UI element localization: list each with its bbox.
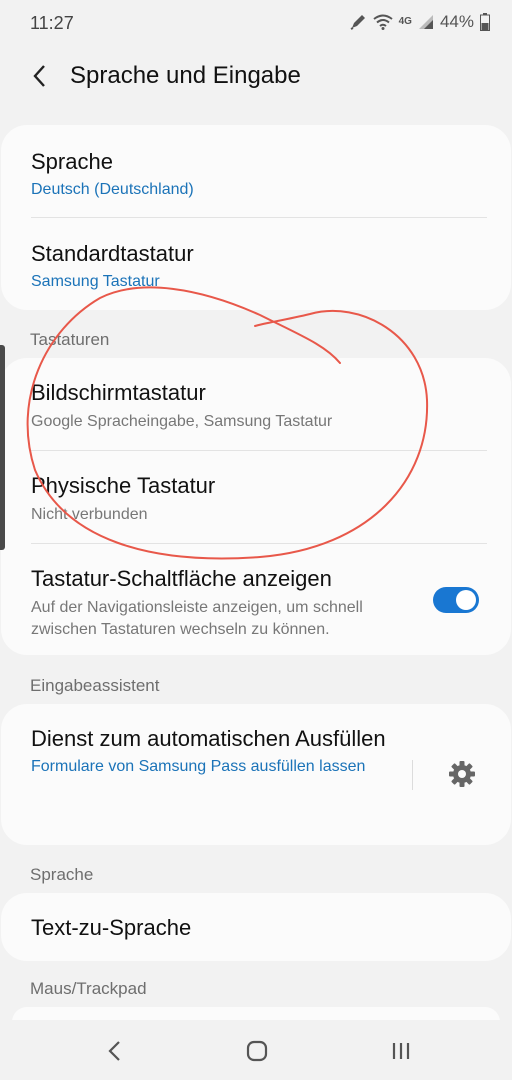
item-subtitle: Formulare von Samsung Pass ausfüllen las… [31,758,366,775]
nav-back-icon[interactable] [98,1036,132,1066]
card-language-keyboard: Sprache Deutsch (Deutschland) Standardta… [1,125,511,310]
section-header-mouse: Maus/Trackpad [30,979,147,998]
section-header-keyboards: Tastaturen [30,330,110,349]
section-header-input-assistant: Eingabeassistent [30,676,160,695]
wifi-icon [373,14,393,30]
card-tts: Text-zu-Sprache [1,893,511,961]
section-header-speech: Sprache [30,865,94,884]
status-bar: 11:27 4G 44% [0,0,512,46]
item-subtitle: Deutsch (Deutschland) [31,181,194,198]
item-subtitle: Nicht verbunden [31,506,148,523]
pen-icon [349,13,367,31]
list-item-autofill-service[interactable]: Dienst zum automatischen Ausfüllen Formu… [31,724,391,777]
card-autofill: Dienst zum automatischen Ausfüllen Formu… [1,704,511,845]
list-item-physische-tastatur[interactable]: Physische Tastatur Nicht verbunden [31,471,487,526]
gear-icon[interactable] [447,759,477,789]
divider [31,543,487,544]
back-arrow-icon[interactable] [28,62,52,90]
vertical-divider [412,760,413,790]
network-type: 4G [398,16,412,27]
list-item-bildschirmtastatur[interactable]: Bildschirmtastatur Google Spracheingabe,… [31,378,487,433]
nav-recents-icon[interactable] [384,1036,418,1066]
toggle-knob [456,590,476,610]
item-title: Bildschirmtastatur [31,380,206,405]
page-title: Sprache und Eingabe [70,62,301,89]
item-title: Physische Tastatur [31,473,216,498]
item-subtitle: Auf der Navigationsleiste anzeigen, um s… [31,599,363,638]
item-title: Tastatur-Schaltfläche anzeigen [31,566,332,591]
item-title: Standardtastatur [31,241,194,266]
list-item-tastatur-schaltflaeche[interactable]: Tastatur-Schaltfläche anzeigen Auf der N… [31,564,421,641]
signal-icon [418,14,434,30]
list-item-standardtastatur[interactable]: Standardtastatur Samsung Tastatur [31,239,487,292]
battery-percent: 44% [439,12,474,31]
item-subtitle: Google Spracheingabe, Samsung Tastatur [31,413,333,430]
item-title: Sprache [31,149,113,174]
status-icons: 4G 44% [349,12,490,32]
app-bar: Sprache und Eingabe [0,52,512,102]
list-item-text-to-speech[interactable]: Text-zu-Sprache [31,913,487,942]
nav-home-icon[interactable] [240,1036,274,1066]
list-item-sprache[interactable]: Sprache Deutsch (Deutschland) [31,147,487,200]
status-time: 11:27 [30,13,74,33]
item-title: Dienst zum automatischen Ausfüllen [31,726,386,751]
item-subtitle: Samsung Tastatur [31,273,160,290]
navigation-bar [0,1020,512,1080]
edge-panel-handle[interactable] [0,345,5,550]
item-title: Text-zu-Sprache [31,915,192,940]
card-keyboards: Bildschirmtastatur Google Spracheingabe,… [1,358,511,655]
keyboard-button-toggle[interactable] [433,587,479,613]
divider [31,450,487,451]
battery-icon [480,13,490,31]
divider [31,217,487,218]
